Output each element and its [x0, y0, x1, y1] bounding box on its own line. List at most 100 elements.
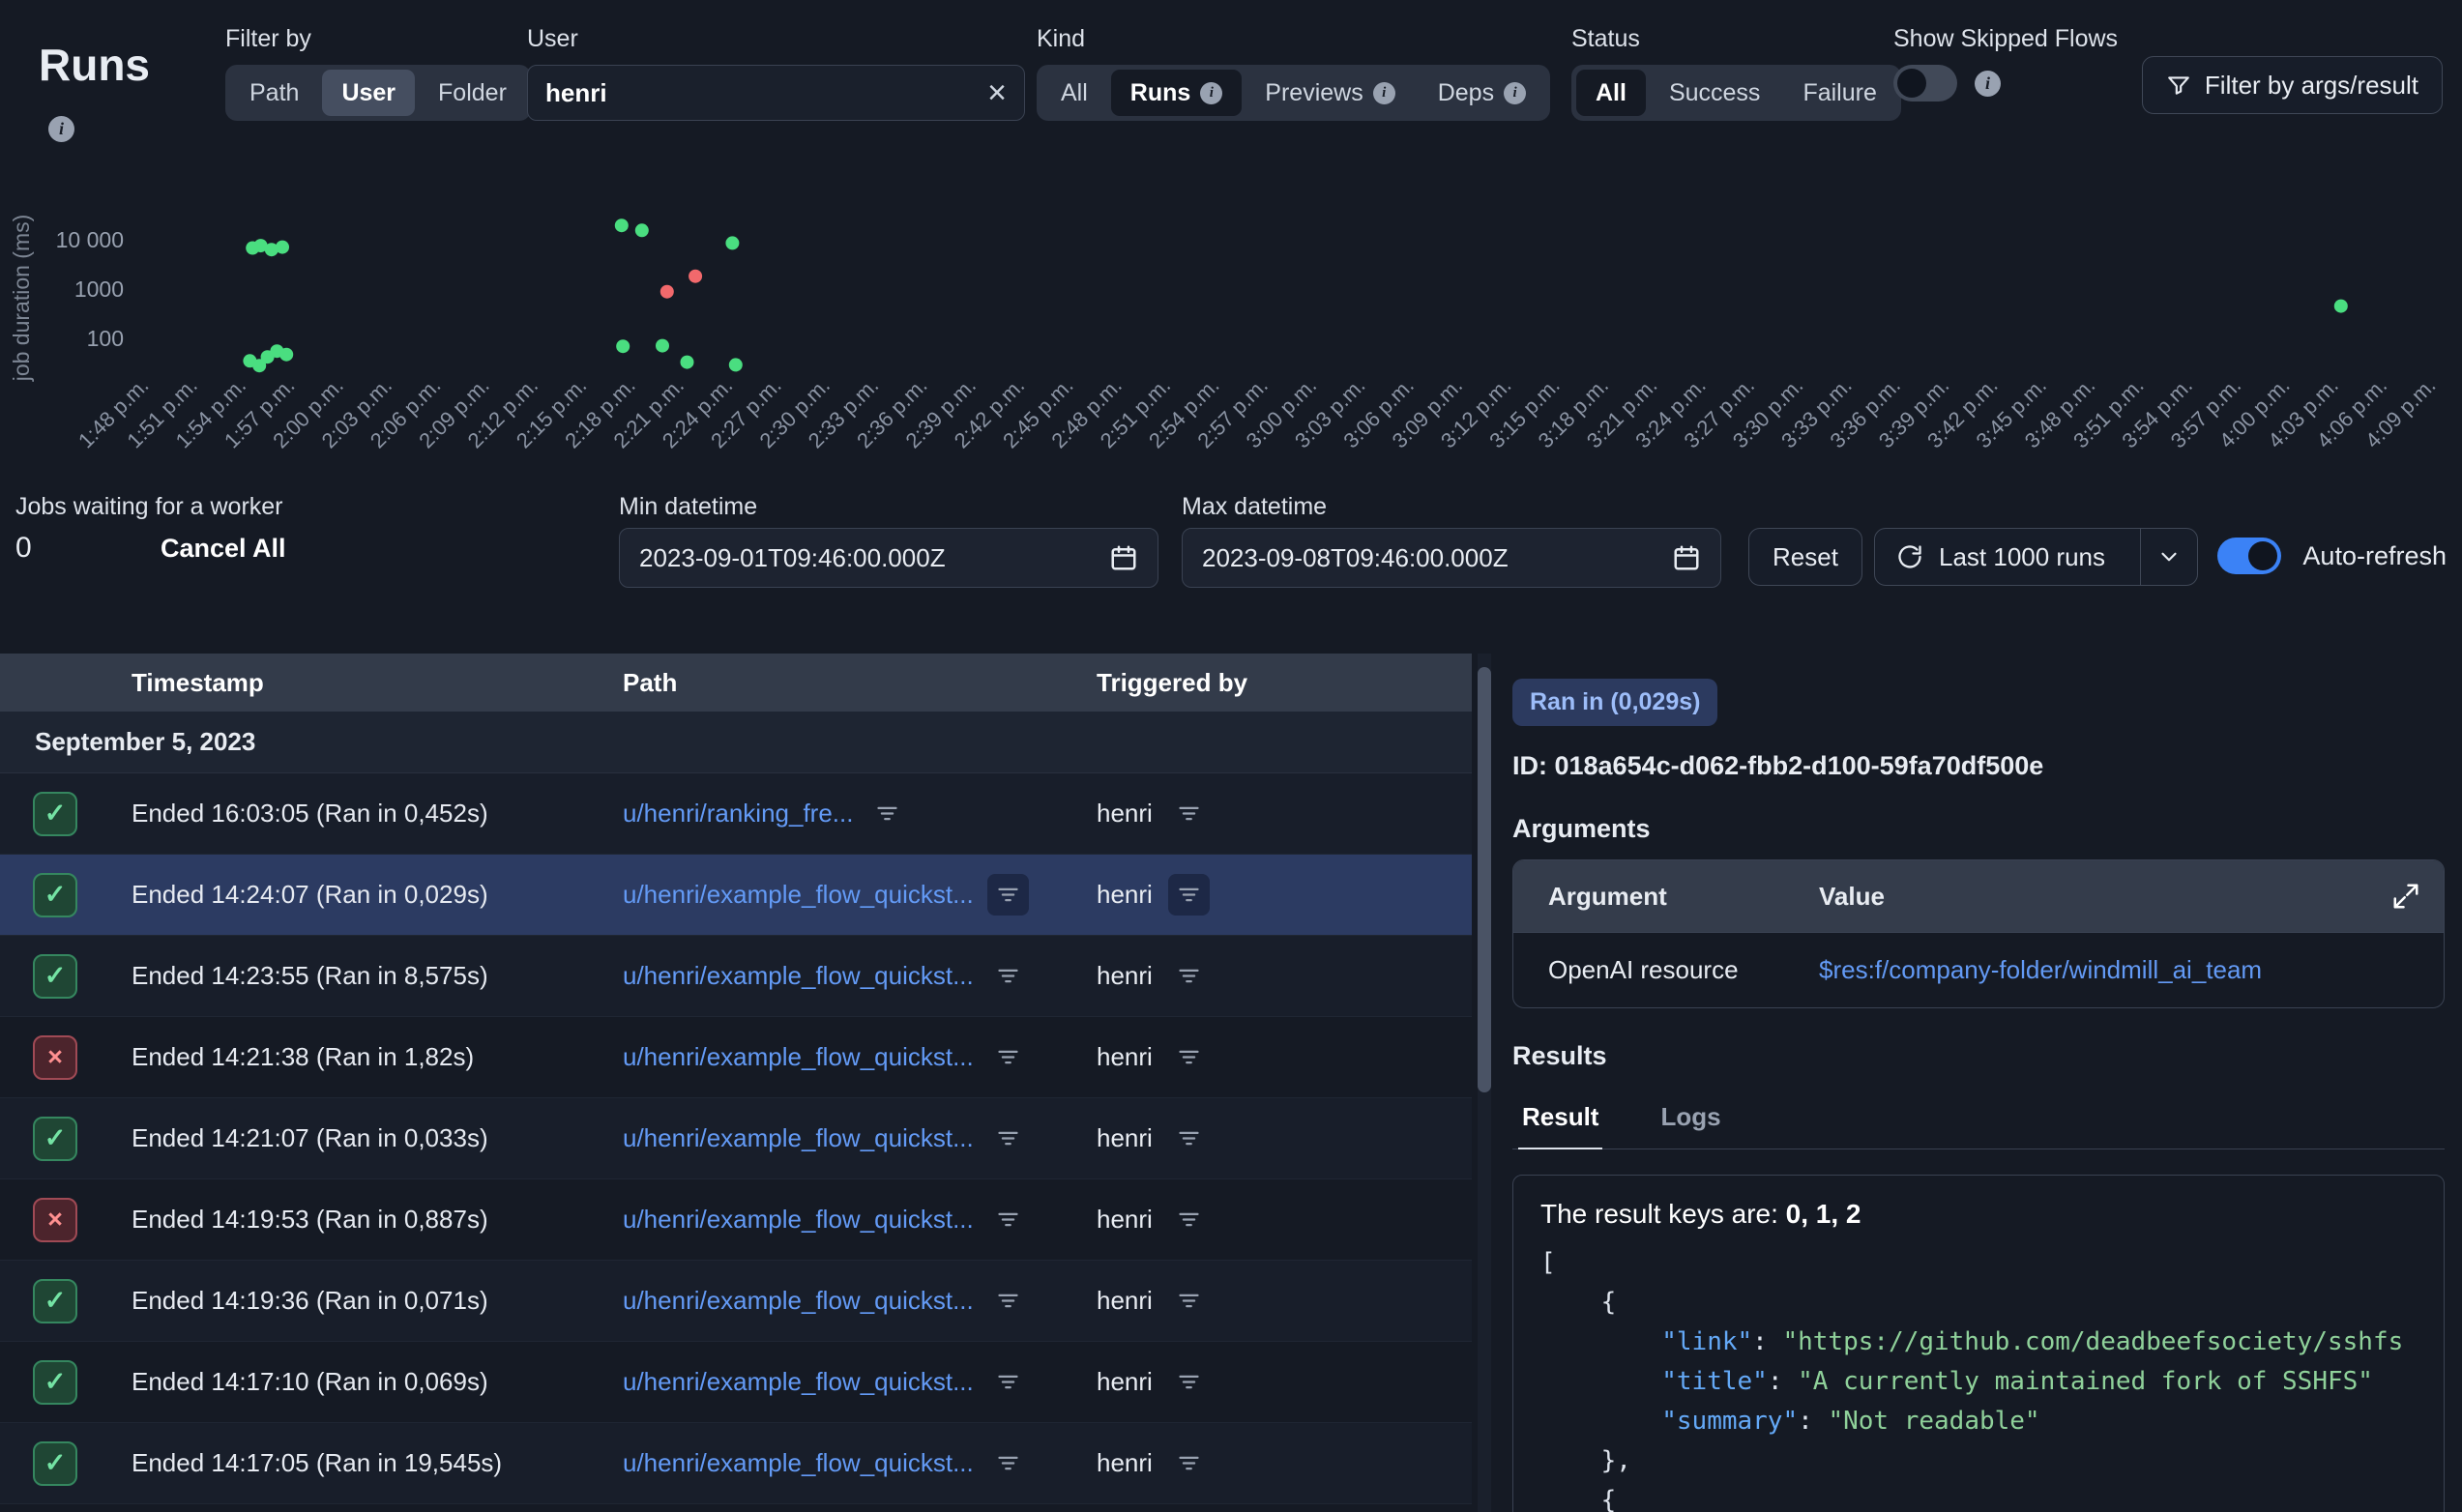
- run-path-link[interactable]: u/henri/example_flow_quickst...: [623, 1286, 974, 1316]
- calendar-icon[interactable]: [1109, 543, 1138, 572]
- run-user: henri: [1097, 799, 1153, 829]
- kind-all-button[interactable]: All: [1041, 70, 1107, 116]
- expand-icon[interactable]: [2357, 882, 2420, 911]
- tab-result[interactable]: Result: [1518, 1090, 1602, 1149]
- run-dot-success: [279, 348, 293, 362]
- show-skipped-group: Show Skipped Flows i: [1893, 25, 2118, 102]
- filter-by-user-button[interactable]: User: [322, 70, 415, 116]
- tab-logs[interactable]: Logs: [1656, 1090, 1724, 1149]
- user-filter-input[interactable]: [545, 78, 952, 108]
- run-path-link[interactable]: u/henri/example_flow_quickst...: [623, 1123, 974, 1153]
- header-triggered-by: Triggered by: [1073, 668, 1472, 698]
- status-all-button[interactable]: All: [1576, 70, 1646, 116]
- run-dot-success: [615, 218, 629, 232]
- run-user: henri: [1097, 1042, 1153, 1072]
- run-user: henri: [1097, 1205, 1153, 1235]
- filter-by-user-icon[interactable]: [1168, 1036, 1210, 1078]
- run-dot-failure: [660, 285, 674, 299]
- argument-value-link[interactable]: $res:f/company-folder/windmill_ai_team: [1784, 955, 2444, 985]
- duration-chart[interactable]: job duration (ms) 10 0001000100 1:48 p.m…: [0, 124, 2462, 510]
- kind-deps-button[interactable]: Depsi: [1419, 70, 1545, 116]
- filter-by-user-icon[interactable]: [1168, 874, 1210, 916]
- table-row[interactable]: ✓ Ended 14:23:55 (Ran in 8,575s) u/henri…: [0, 936, 1472, 1017]
- filter-by-path-icon[interactable]: [987, 1280, 1029, 1322]
- table-row[interactable]: ✓ Ended 14:19:36 (Ran in 0,071s) u/henri…: [0, 1261, 1472, 1342]
- min-datetime-field: [619, 528, 1158, 588]
- run-timestamp: Ended 14:24:07 (Ran in 0,029s): [108, 880, 600, 910]
- run-timestamp: Ended 14:21:07 (Ran in 0,033s): [108, 1123, 600, 1153]
- filter-by-path-icon[interactable]: [987, 1361, 1029, 1403]
- filter-by-path-icon[interactable]: [987, 1199, 1029, 1240]
- run-timestamp: Ended 16:03:05 (Ran in 0,452s): [108, 799, 600, 829]
- table-row[interactable]: ✓ Ended 16:03:05 (Ran in 0,452s) u/henri…: [0, 773, 1472, 855]
- info-icon[interactable]: i: [1975, 71, 2001, 97]
- funnel-icon: [2166, 73, 2191, 98]
- auto-refresh-label: Auto-refresh: [2302, 541, 2447, 571]
- kind-runs-button[interactable]: Runsi: [1111, 70, 1243, 116]
- auto-refresh-toggle[interactable]: [2217, 538, 2281, 574]
- reset-button[interactable]: Reset: [1748, 528, 1862, 586]
- run-path-link[interactable]: u/henri/example_flow_quickst...: [623, 1205, 974, 1235]
- load-runs-button[interactable]: Last 1000 runs: [1874, 528, 2198, 586]
- status-icon: ✓: [33, 873, 77, 917]
- clear-user-icon[interactable]: ×: [987, 76, 1007, 109]
- filter-by-path-icon[interactable]: [987, 1442, 1029, 1484]
- load-runs-dropdown[interactable]: [2140, 529, 2197, 585]
- filter-by-user-icon[interactable]: [1168, 1361, 1210, 1403]
- max-datetime-label: Max datetime: [1182, 493, 1327, 521]
- table-row[interactable]: × Ended 14:21:38 (Ran in 1,82s) u/henri/…: [0, 1017, 1472, 1098]
- filter-by-path-icon[interactable]: [987, 874, 1029, 916]
- run-path-link[interactable]: u/henri/example_flow_quickst...: [623, 961, 974, 991]
- status-success-button[interactable]: Success: [1650, 70, 1779, 116]
- run-user: henri: [1097, 880, 1153, 910]
- filter-by-folder-button[interactable]: Folder: [419, 70, 526, 116]
- table-row[interactable]: ✓ Ended 14:17:05 (Ran in 19,545s) u/henr…: [0, 1423, 1472, 1504]
- info-icon: i: [1373, 82, 1395, 104]
- run-timestamp: Ended 14:19:53 (Ran in 0,887s): [108, 1205, 600, 1235]
- user-filter-label: User: [527, 25, 1025, 53]
- run-path-link[interactable]: u/henri/example_flow_quickst...: [623, 1367, 974, 1397]
- table-row[interactable]: ✓ Ended 14:21:07 (Ran in 0,033s) u/henri…: [0, 1098, 1472, 1179]
- filter-by-path-icon[interactable]: [866, 793, 908, 834]
- filter-by-path-icon[interactable]: [987, 1118, 1029, 1159]
- user-filter-field: ×: [527, 65, 1025, 121]
- result-viewer[interactable]: The result keys are: 0, 1, 2 [ { "link":…: [1512, 1175, 2445, 1512]
- results-title: Results: [1512, 1041, 2462, 1071]
- table-row[interactable]: ✓ Ended 14:17:10 (Ran in 0,069s) u/henri…: [0, 1342, 1472, 1423]
- run-user: henri: [1097, 961, 1153, 991]
- min-datetime-input[interactable]: [639, 543, 1084, 573]
- max-datetime-input[interactable]: [1202, 543, 1647, 573]
- filter-by-path-icon[interactable]: [987, 955, 1029, 997]
- filter-args-result-button[interactable]: Filter by args/result: [2142, 56, 2443, 114]
- run-path-link[interactable]: u/henri/ranking_fre...: [623, 799, 853, 829]
- run-path-link[interactable]: u/henri/example_flow_quickst...: [623, 880, 974, 910]
- filter-by-label: Filter by: [225, 25, 531, 53]
- filter-by-user-icon[interactable]: [1168, 1442, 1210, 1484]
- result-keys-line: The result keys are: 0, 1, 2: [1540, 1199, 2417, 1230]
- filter-by-path-button[interactable]: Path: [230, 70, 318, 116]
- filter-by-user-icon[interactable]: [1168, 793, 1210, 834]
- table-row[interactable]: ✓ Ended 14:24:07 (Ran in 0,029s) u/henri…: [0, 855, 1472, 936]
- scrollbar-thumb[interactable]: [1478, 667, 1491, 1092]
- run-path-link[interactable]: u/henri/example_flow_quickst...: [623, 1448, 974, 1478]
- filter-by-user-icon[interactable]: [1168, 1118, 1210, 1159]
- table-scrollbar[interactable]: [1478, 654, 1491, 1512]
- run-dot-success: [725, 236, 739, 249]
- page-title: Runs: [39, 39, 150, 91]
- run-user: henri: [1097, 1367, 1153, 1397]
- kind-previews-button[interactable]: Previewsi: [1246, 70, 1414, 116]
- cancel-all-button[interactable]: Cancel All: [161, 534, 286, 564]
- chart-y-ticks: 10 0001000100: [56, 227, 124, 351]
- calendar-icon[interactable]: [1672, 543, 1701, 572]
- status-label: Status: [1571, 25, 1901, 53]
- argument-name: OpenAI resource: [1513, 955, 1784, 985]
- header-path: Path: [600, 668, 1073, 698]
- filter-by-path-icon[interactable]: [987, 1036, 1029, 1078]
- show-skipped-toggle[interactable]: [1893, 65, 1957, 102]
- filter-by-user-icon[interactable]: [1168, 1280, 1210, 1322]
- table-row[interactable]: × Ended 14:19:53 (Ran in 0,887s) u/henri…: [0, 1179, 1472, 1261]
- run-path-link[interactable]: u/henri/example_flow_quickst...: [623, 1042, 974, 1072]
- status-failure-button[interactable]: Failure: [1783, 70, 1895, 116]
- filter-by-user-icon[interactable]: [1168, 1199, 1210, 1240]
- filter-by-user-icon[interactable]: [1168, 955, 1210, 997]
